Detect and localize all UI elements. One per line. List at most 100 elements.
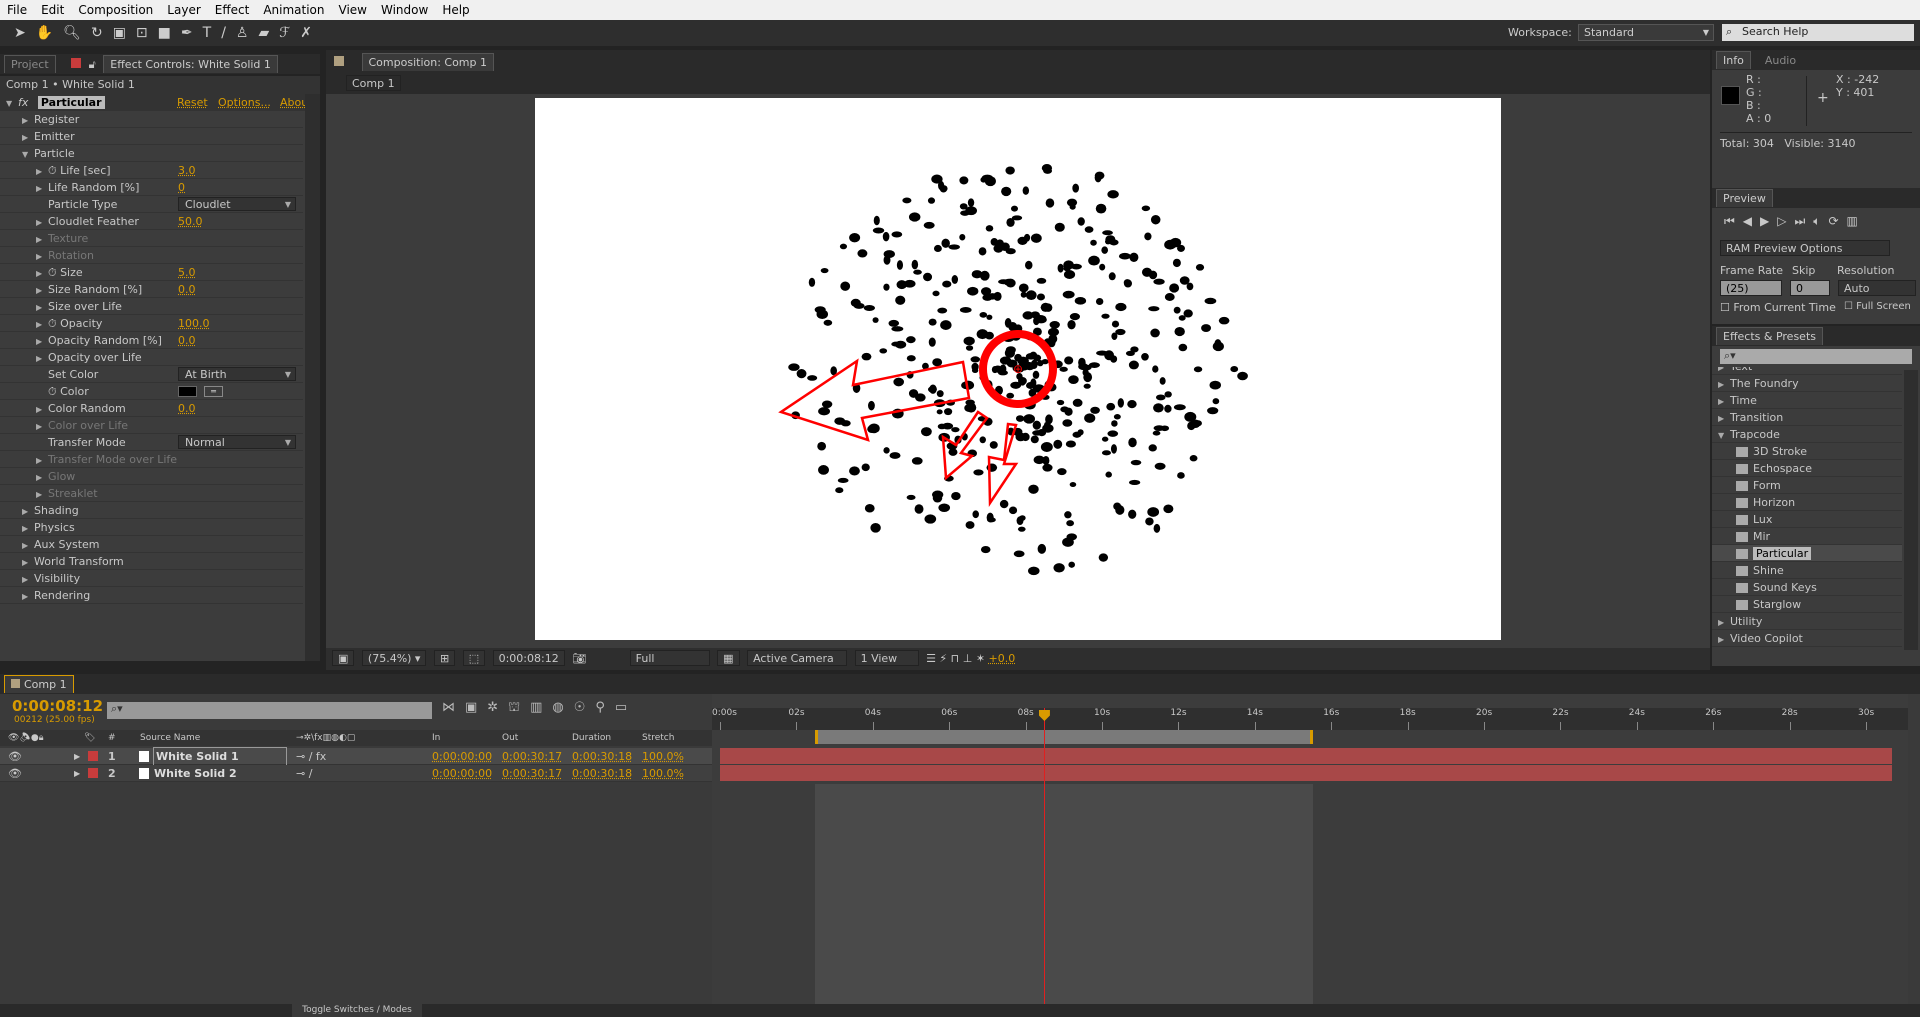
ram-preview-options-select[interactable]: RAM Preview Options bbox=[1720, 240, 1890, 256]
preset-folder[interactable]: ▶Text bbox=[1712, 367, 1902, 375]
layer-switches[interactable]: ⊸ ∕ bbox=[296, 765, 312, 782]
layer-switches[interactable]: ⊸ ∕ fx bbox=[296, 748, 326, 765]
triangle-right-icon[interactable]: ▶ bbox=[22, 588, 34, 605]
menu-view[interactable]: View bbox=[332, 3, 374, 17]
triangle-right-icon[interactable]: ▶ bbox=[36, 282, 48, 299]
triangle-down-icon[interactable]: ▼ bbox=[1718, 427, 1730, 444]
stopwatch-icon[interactable]: ⏱︎ bbox=[48, 317, 60, 330]
property-transfer-mode-over-life[interactable]: ▶ Transfer Mode over Life bbox=[0, 451, 303, 468]
layer-duration-bar[interactable] bbox=[720, 765, 1892, 781]
property-value[interactable]: 3.0 bbox=[178, 162, 196, 179]
eye-icon[interactable]: 👁︎ bbox=[8, 765, 22, 782]
effects-search-input[interactable]: ⌕▾ bbox=[1720, 349, 1912, 364]
from-current-time-checkbox[interactable]: ☐ From Current Time bbox=[1720, 301, 1836, 314]
property-rendering[interactable]: ▶ Rendering bbox=[0, 587, 303, 604]
property-shading[interactable]: ▶ Shading bbox=[0, 502, 303, 519]
triangle-right-icon[interactable]: ▶ bbox=[36, 265, 48, 282]
eye-icon[interactable]: 👁︎ bbox=[8, 748, 22, 765]
property-aux-system[interactable]: ▶ Aux System bbox=[0, 536, 303, 553]
time-ruler[interactable]: 0:00s 02s 04s 06s 08s 10s 12s 14s 16s 18s 20s 22s 24… bbox=[712, 708, 1908, 730]
property-texture[interactable]: ▶ Texture bbox=[0, 230, 303, 247]
triangle-right-icon[interactable]: ▶ bbox=[74, 748, 80, 765]
eraser-tool-icon[interactable]: ▰ bbox=[258, 25, 269, 41]
property-glow[interactable]: ▶ Glow bbox=[0, 468, 303, 485]
preset-effect[interactable]: Shine bbox=[1712, 562, 1902, 579]
tab-audio[interactable]: Audio bbox=[1751, 54, 1796, 67]
region-icon[interactable]: ▣ bbox=[332, 650, 355, 666]
col-source-name[interactable]: Source Name bbox=[140, 730, 200, 746]
tab-effects-presets[interactable]: Effects & Presets bbox=[1716, 327, 1823, 345]
property-opacity-over-life[interactable]: ▶ Opacity over Life bbox=[0, 349, 303, 366]
menu-edit[interactable]: Edit bbox=[34, 3, 71, 17]
menu-animation[interactable]: Animation bbox=[256, 3, 331, 17]
layer-name[interactable]: White Solid 2 bbox=[154, 765, 237, 782]
menu-file[interactable]: File bbox=[0, 3, 34, 17]
property-color-over-life[interactable]: ▶ Color over Life bbox=[0, 417, 303, 434]
preset-folder[interactable]: ▶ Time bbox=[1712, 392, 1902, 409]
reset-link[interactable]: Reset bbox=[177, 94, 208, 111]
stopwatch-icon[interactable]: ⏱︎ bbox=[48, 164, 60, 177]
current-time-display[interactable]: 0:00:08:12 bbox=[492, 650, 565, 666]
triangle-right-icon[interactable]: ▶ bbox=[22, 520, 34, 537]
anchor-point-icon[interactable]: ⊕ bbox=[1013, 362, 1023, 376]
property-dropdown[interactable]: Cloudlet bbox=[178, 197, 296, 211]
pan-behind-tool-icon[interactable]: ⊡ bbox=[136, 25, 148, 41]
property-register[interactable]: ▶ Register bbox=[0, 111, 303, 128]
property-value[interactable]: 5.0 bbox=[178, 264, 196, 281]
triangle-right-icon[interactable]: ▶ bbox=[22, 571, 34, 588]
property-particle[interactable]: ▼ Particle bbox=[0, 145, 303, 162]
tab-timeline-comp[interactable]: Comp 1 bbox=[4, 675, 74, 693]
rectangle-tool-icon[interactable]: ■ bbox=[158, 25, 171, 41]
frame-rate-select[interactable]: (25) bbox=[1720, 280, 1782, 296]
triangle-right-icon[interactable]: ▶ bbox=[36, 486, 48, 503]
property-color[interactable]: ⏱︎ Color ═ bbox=[0, 383, 303, 400]
comp-canvas[interactable]: ⊕ bbox=[535, 98, 1501, 640]
triangle-down-icon[interactable]: ▼ bbox=[22, 146, 34, 163]
preset-folder[interactable]: ▶ Transition bbox=[1712, 409, 1902, 426]
property-size-random[interactable]: ▶ Size Random [%] 0.0 bbox=[0, 281, 303, 298]
options-link[interactable]: Options... bbox=[218, 94, 271, 111]
preset-effect[interactable]: Lux bbox=[1712, 511, 1902, 528]
triangle-right-icon[interactable]: ▶ bbox=[22, 112, 34, 129]
preset-effect[interactable]: Starglow bbox=[1712, 596, 1902, 613]
clone-stamp-tool-icon[interactable]: ♙ bbox=[236, 25, 249, 41]
property-value[interactable]: 50.0 bbox=[178, 213, 203, 230]
property-opacity-random[interactable]: ▶ Opacity Random [%] 0.0 bbox=[0, 332, 303, 349]
layer-in[interactable]: 0:00:00:00 bbox=[432, 765, 492, 782]
menu-composition[interactable]: Composition bbox=[71, 3, 160, 17]
layer-stretch[interactable]: 100.0% bbox=[642, 748, 684, 765]
tab-preview[interactable]: Preview bbox=[1716, 189, 1773, 207]
property-dropdown[interactable]: Normal bbox=[178, 435, 296, 449]
effect-name[interactable]: Particular bbox=[37, 96, 105, 109]
selection-tool-icon[interactable]: ➤ bbox=[14, 25, 26, 41]
safe-margins-icon[interactable]: ⊞ bbox=[433, 650, 456, 666]
property-particle-type[interactable]: Particle Type Cloudlet bbox=[0, 196, 303, 213]
property-value[interactable]: 0.0 bbox=[178, 332, 196, 349]
layer-duration[interactable]: 0:00:30:18 bbox=[572, 748, 632, 765]
property-physics[interactable]: ▶ Physics bbox=[0, 519, 303, 536]
color-swatch[interactable] bbox=[178, 386, 197, 397]
triangle-right-icon[interactable]: ▶ bbox=[36, 299, 48, 316]
triangle-right-icon[interactable]: ▶ bbox=[22, 554, 34, 571]
timeline-current-time[interactable]: 0:00:08:12 bbox=[12, 697, 103, 715]
triangle-right-icon[interactable]: ▶ bbox=[36, 469, 48, 486]
triangle-right-icon[interactable]: ▶ bbox=[22, 537, 34, 554]
property-streaklet[interactable]: ▶ Streaklet bbox=[0, 485, 303, 502]
triangle-right-icon[interactable]: ▶ bbox=[22, 129, 34, 146]
property-set-color[interactable]: Set Color At Birth bbox=[0, 366, 303, 383]
brush-tool-icon[interactable]: / bbox=[221, 25, 226, 41]
pen-tool-icon[interactable]: ✒ bbox=[181, 25, 193, 41]
stopwatch-icon[interactable]: ⏱︎ bbox=[48, 385, 60, 398]
label-color[interactable] bbox=[88, 768, 98, 778]
timeline-switches-icons[interactable]: ⋈▣✲⛫▥◍☉⚲▭ bbox=[442, 700, 637, 717]
preset-folder[interactable]: ▶ Video Copilot bbox=[1712, 630, 1902, 647]
timeline-search-input[interactable]: ⌕▾ bbox=[107, 702, 432, 719]
snapshot-icon[interactable]: 📷︎ bbox=[572, 652, 586, 665]
lock-icon[interactable]: 🔓︎ bbox=[89, 58, 96, 71]
preview-resolution-select[interactable]: Auto bbox=[1838, 280, 1916, 296]
menu-window[interactable]: Window bbox=[374, 3, 435, 17]
property-size-over-life[interactable]: ▶ Size over Life bbox=[0, 298, 303, 315]
triangle-right-icon[interactable]: ▶ bbox=[36, 452, 48, 469]
fx-icon[interactable]: fx bbox=[18, 96, 28, 109]
triangle-right-icon[interactable]: ▶ bbox=[36, 214, 48, 231]
